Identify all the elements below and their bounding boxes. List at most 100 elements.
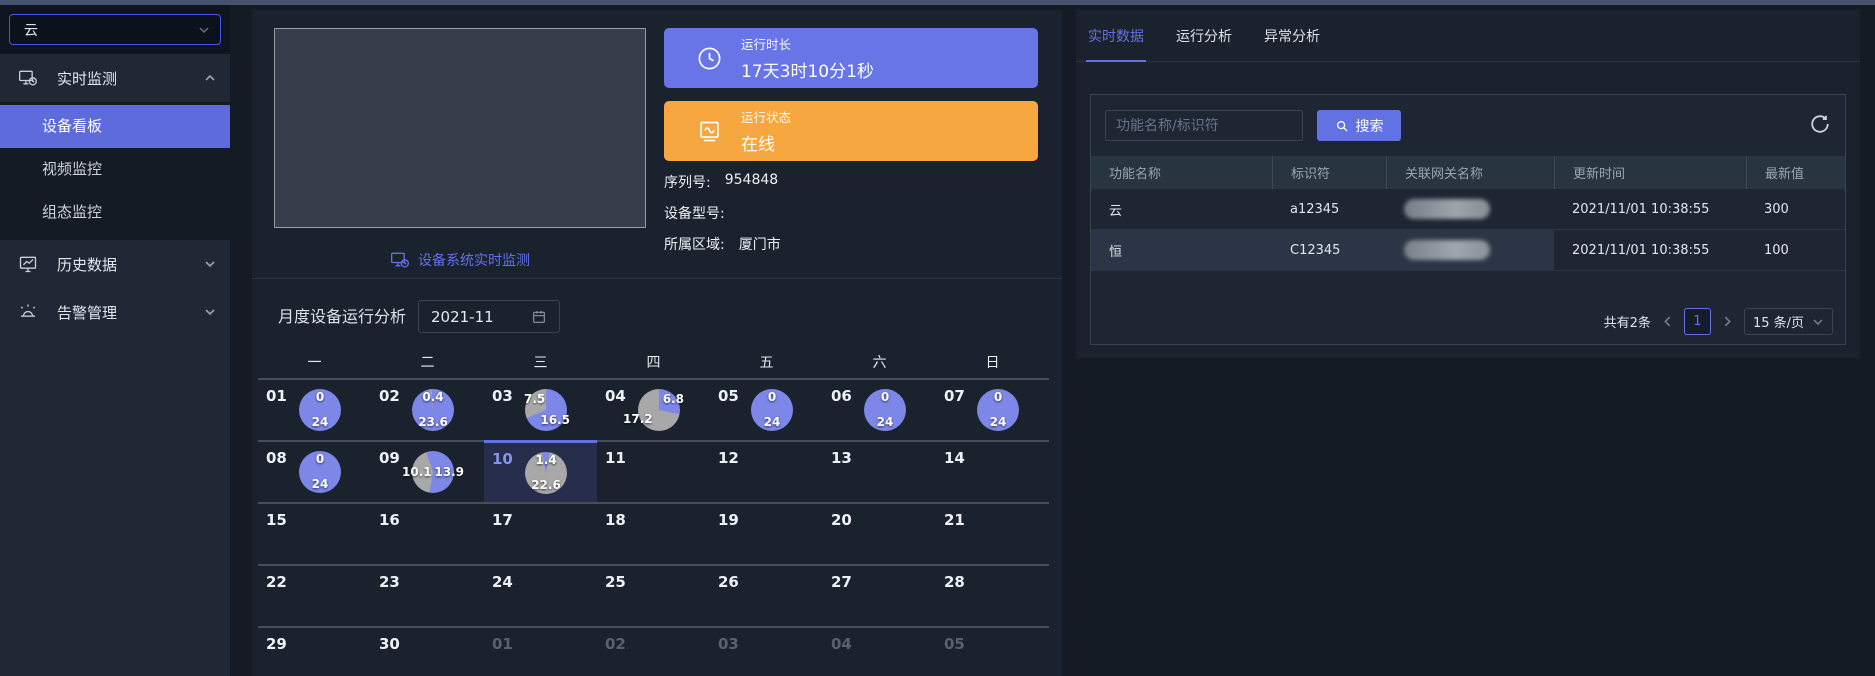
calendar-week-row: 222324 25 262728 xyxy=(258,564,1049,626)
pie-value-label: 0 xyxy=(316,390,324,404)
device-select[interactable]: 云 xyxy=(9,14,221,45)
pie-value-label: 0 xyxy=(316,452,324,466)
table-column-header: 更新时间 xyxy=(1554,156,1746,189)
search-button[interactable]: 搜索 xyxy=(1317,110,1401,141)
calendar-day-cell[interactable]: 29 xyxy=(258,628,371,676)
calendar-day-cell[interactable]: 02 xyxy=(597,628,710,676)
calendar-day-cell[interactable]: 27 xyxy=(823,566,936,626)
calendar-day-cell[interactable]: 17 xyxy=(484,504,597,564)
device-stats: 运行时长17天3时10分1秒运行状态在线 xyxy=(664,28,1038,174)
day-usage-pie: 6.817.2 xyxy=(638,389,680,431)
day-number: 25 xyxy=(605,573,626,591)
calendar-day-cell[interactable]: 04 xyxy=(823,628,936,676)
sidebar-subitem-组态监控[interactable]: 组态监控 xyxy=(0,191,230,234)
table-cell: a12345 xyxy=(1272,189,1386,229)
monitor-clock-icon xyxy=(18,68,40,88)
calendar-day-cell[interactable]: 25 xyxy=(597,566,710,626)
calendar-day-cell[interactable]: 05024 xyxy=(710,380,823,440)
calendar-day-cell[interactable]: 30 xyxy=(371,628,484,676)
calendar-day-cell[interactable]: 0910.113.9 xyxy=(371,442,484,502)
calendar-day-cell[interactable]: 22 xyxy=(258,566,371,626)
calendar-day-cell[interactable]: 24 xyxy=(484,566,597,626)
pie-value-label: 24 xyxy=(764,415,781,429)
calendar-day-cell[interactable]: 14 xyxy=(936,442,1049,502)
day-number: 09 xyxy=(379,449,400,467)
day-number: 13 xyxy=(831,449,852,467)
table-row[interactable]: 恒C123452021/11/01 10:38:55100 xyxy=(1091,230,1845,271)
day-usage-pie: 024 xyxy=(977,389,1019,431)
calendar-day-cell[interactable]: 15 xyxy=(258,504,371,564)
day-number: 12 xyxy=(718,449,739,467)
calendar-day-cell[interactable]: 020.423.6 xyxy=(371,380,484,440)
day-usage-pie: 0 24 xyxy=(299,451,341,493)
calendar-day-cell[interactable]: 12 xyxy=(710,442,823,502)
day-number: 01 xyxy=(266,387,287,405)
calendar-week-row: 29 30 0102030405 xyxy=(258,626,1049,676)
sidebar-item-实时监测[interactable]: 实时监测 xyxy=(0,54,230,102)
pie-value-label: 0 xyxy=(881,390,889,404)
calendar-day-cell[interactable]: 037.516.5 xyxy=(484,380,597,440)
table-row[interactable]: 云a123452021/11/01 10:38:55300 xyxy=(1091,189,1845,230)
calendar-day-cell[interactable]: 101.422.6 xyxy=(484,440,597,502)
calendar-day-cell[interactable]: 28 xyxy=(936,566,1049,626)
calendar-day-cell[interactable]: 06024 xyxy=(823,380,936,440)
chevron-down-icon xyxy=(1812,316,1824,328)
calendar-day-cell[interactable]: 04 6.817.2 xyxy=(597,380,710,440)
table-cell: C12345 xyxy=(1272,230,1386,270)
calendar-day-cell[interactable]: 01024 xyxy=(258,380,371,440)
calendar-day-cell[interactable]: 20 xyxy=(823,504,936,564)
day-number: 03 xyxy=(492,387,513,405)
sidebar-subitem-视频监控[interactable]: 视频监控 xyxy=(0,148,230,191)
prev-page-icon[interactable] xyxy=(1661,315,1674,328)
sidebar-subitem-设备看板[interactable]: 设备看板 xyxy=(0,105,230,148)
page-size-select[interactable]: 15 条/页 xyxy=(1744,308,1833,335)
day-number: 08 xyxy=(266,449,287,467)
calendar-day-cell[interactable]: 21 xyxy=(936,504,1049,564)
sidebar-item-告警管理[interactable]: 告警管理 xyxy=(0,288,230,336)
alarm-light-icon xyxy=(18,302,40,322)
table-body: 云a123452021/11/01 10:38:55300恒C123452021… xyxy=(1091,189,1845,271)
day-number: 18 xyxy=(605,511,626,529)
search-icon xyxy=(1335,119,1349,133)
pie-value-label: 6.8 xyxy=(663,392,684,406)
info-label: 所属区域: xyxy=(664,234,725,254)
pie-value-label: 24 xyxy=(312,477,329,491)
device-image-placeholder xyxy=(274,28,646,228)
calendar-day-cell[interactable]: 16 xyxy=(371,504,484,564)
pie-value-label: 24 xyxy=(877,415,894,429)
calendar-day-cell[interactable]: 08 0 24 xyxy=(258,442,371,502)
table-cell: 100 xyxy=(1746,230,1845,270)
tab-运行分析[interactable]: 运行分析 xyxy=(1176,10,1232,61)
calendar-day-cell[interactable]: 13 xyxy=(823,442,936,502)
calendar-day-cell[interactable]: 03 xyxy=(710,628,823,676)
day-number: 04 xyxy=(605,387,626,405)
device-system-monitor-link[interactable]: 设备系统实时监测 xyxy=(274,250,646,270)
table-column-header: 最新值 xyxy=(1746,156,1845,189)
refresh-icon[interactable] xyxy=(1809,113,1831,135)
calendar-day-cell[interactable]: 23 xyxy=(371,566,484,626)
month-picker[interactable]: 2021-11 xyxy=(418,300,560,333)
monitor-chart-icon xyxy=(18,254,40,274)
calendar-day-cell[interactable]: 01 xyxy=(484,628,597,676)
month-picker-value: 2021-11 xyxy=(431,308,494,326)
search-input[interactable] xyxy=(1105,110,1303,141)
table-column-header: 功能名称 xyxy=(1091,156,1272,189)
calendar-day-cell[interactable]: 19 xyxy=(710,504,823,564)
calendar-day-cell[interactable]: 11 xyxy=(597,442,710,502)
current-page-button[interactable]: 1 xyxy=(1684,308,1711,335)
day-number: 02 xyxy=(379,387,400,405)
day-number: 29 xyxy=(266,635,287,653)
tab-实时数据[interactable]: 实时数据 xyxy=(1088,10,1144,61)
pie-value-label: 1.4 xyxy=(535,453,556,467)
day-number: 30 xyxy=(379,635,400,653)
calendar-day-cell[interactable]: 26 xyxy=(710,566,823,626)
pie-value-label: 0.4 xyxy=(422,390,443,404)
calendar-day-cell[interactable]: 18 xyxy=(597,504,710,564)
stat-card-运行时长: 运行时长17天3时10分1秒 xyxy=(664,28,1038,88)
calendar-day-cell[interactable]: 05 xyxy=(936,628,1049,676)
chevron-down-icon xyxy=(204,306,216,318)
calendar-day-cell[interactable]: 07024 xyxy=(936,380,1049,440)
next-page-icon[interactable] xyxy=(1721,315,1734,328)
sidebar-item-历史数据[interactable]: 历史数据 xyxy=(0,240,230,288)
tab-异常分析[interactable]: 异常分析 xyxy=(1264,10,1320,61)
